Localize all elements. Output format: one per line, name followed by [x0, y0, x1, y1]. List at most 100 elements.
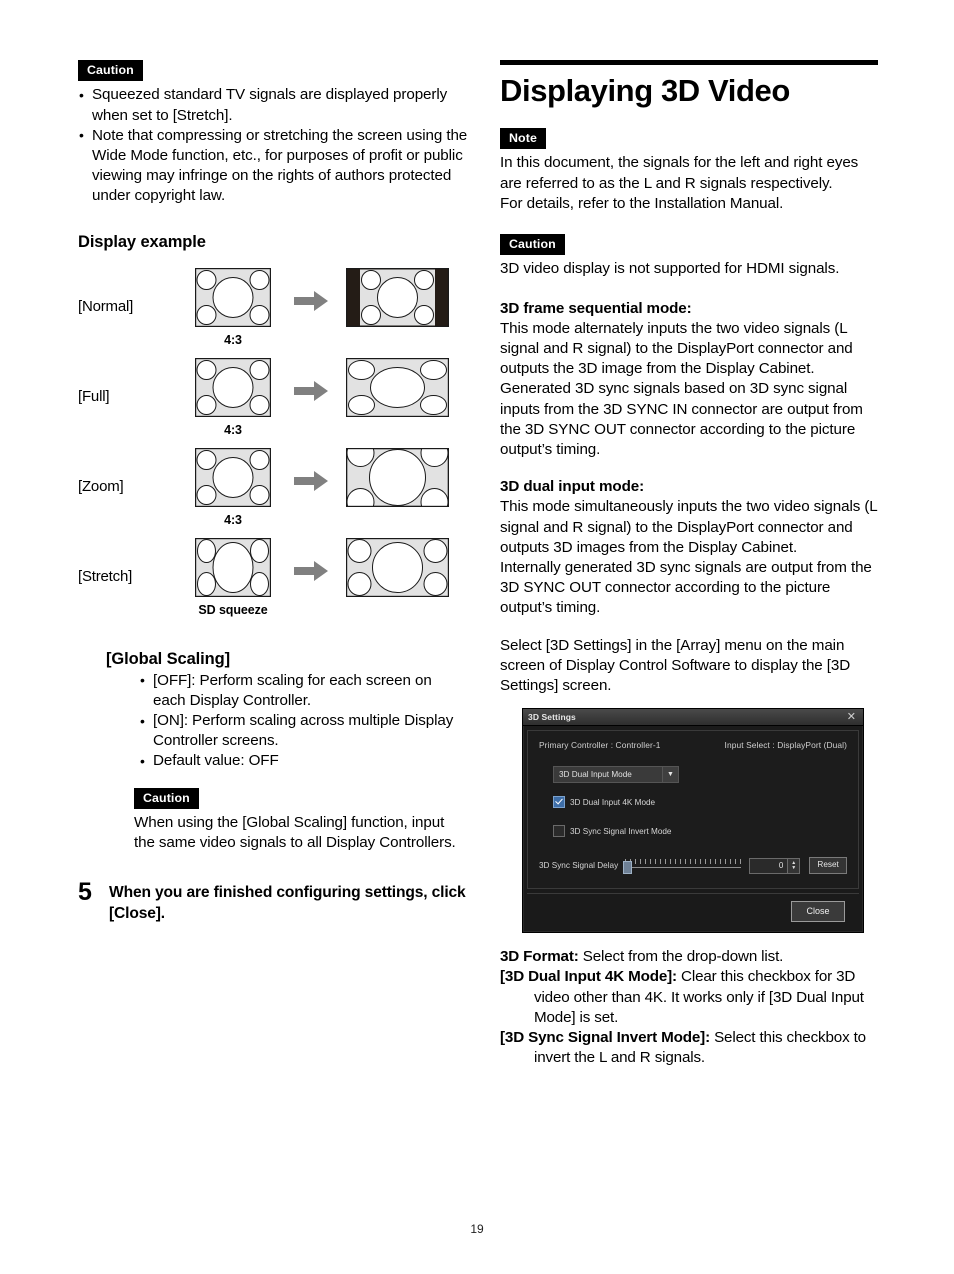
frame-sequential-heading: 3D frame sequential mode:	[500, 299, 692, 317]
sync-delay-slider[interactable]	[621, 858, 745, 874]
definition-item: 3D Format: Select from the drop-down lis…	[500, 947, 878, 967]
input-select-label: Input Select : DisplayPort (Dual)	[724, 740, 847, 751]
checkbox-row-invert[interactable]: 3D Sync Signal Invert Mode	[553, 825, 847, 838]
source-4-3-icon	[195, 357, 272, 417]
figure-source-image: 4:3	[195, 357, 272, 437]
slider-ticks	[624, 858, 741, 864]
caution-badge: Caution	[500, 234, 565, 256]
figure-result-image	[346, 267, 450, 332]
source-sd-squeeze-icon	[195, 537, 272, 597]
list-item: Note that compressing or stretching the …	[78, 125, 468, 207]
caution-bullet-list: Squeezed standard TV signals are display…	[78, 85, 468, 206]
global-scaling-bullet-list: [OFF]: Perform scaling for each screen o…	[106, 670, 468, 772]
definition-item: [3D Dual Input 4K Mode]: Clear this chec…	[500, 967, 878, 1028]
stepper-down-icon[interactable]: ▼	[791, 865, 796, 871]
format-select[interactable]: 3D Dual Input Mode ▼	[553, 766, 679, 784]
caution-badge: Caution	[78, 60, 143, 82]
frame-sequential-p1: This mode alternately inputs the two vid…	[500, 319, 853, 378]
dialog-info-row: Primary Controller : Controller-1 Input …	[539, 740, 847, 750]
result-full-icon	[346, 357, 450, 417]
source-4-3-icon	[195, 447, 272, 507]
figure-row-zoom: [Zoom] 4:3	[78, 447, 468, 538]
sync-delay-stepper[interactable]: ▲ ▼	[788, 857, 801, 874]
figure-row-full: [Full] 4:3	[78, 357, 468, 448]
global-scaling-heading: [Global Scaling]	[106, 649, 230, 668]
definition-desc: Select from the drop-down list.	[578, 948, 784, 966]
step-number: 5	[78, 878, 92, 907]
figure-result-image	[346, 447, 450, 512]
dialog-title-bar[interactable]: 3D Settings ✕	[523, 709, 863, 727]
chevron-down-icon[interactable]: ▼	[662, 767, 678, 783]
sync-invert-checkbox[interactable]	[553, 825, 565, 838]
dual-input-p2: Internally generated 3D sync signals are…	[500, 559, 872, 617]
slider-track	[624, 866, 741, 868]
dialog-title: 3D Settings	[528, 712, 576, 723]
format-select-value: 3D Dual Input Mode	[559, 770, 632, 780]
close-icon[interactable]: ✕	[847, 712, 858, 723]
figure-row-label: [Full]	[78, 387, 110, 405]
sync-delay-row: 3D Sync Signal Delay 0 ▲ ▼ Reset	[539, 857, 848, 875]
definition-term: 3D Format:	[500, 948, 579, 966]
figure-source-caption: 4:3	[224, 512, 242, 527]
right-arrow-icon	[294, 560, 328, 581]
figure-source-caption: 4:3	[224, 332, 242, 347]
close-button[interactable]: Close	[791, 901, 845, 923]
dual-input-heading: 3D dual input mode:	[500, 478, 645, 496]
slider-handle[interactable]	[622, 860, 632, 874]
caution-text: When using the [Global Scaling] function…	[134, 814, 456, 852]
checkbox-row-4k[interactable]: 3D Dual Input 4K Mode	[553, 796, 847, 809]
note-block: Note In this document, the signals for t…	[500, 128, 878, 214]
dialog-body: Primary Controller : Controller-1 Input …	[527, 730, 859, 890]
figure-row-label: [Zoom]	[78, 477, 124, 495]
figure-row-label: [Stretch]	[78, 567, 133, 585]
left-column: Caution Squeezed standard TV signals are…	[78, 60, 468, 924]
right-arrow-icon	[294, 290, 328, 311]
caution-text: 3D video display is not supported for HD…	[500, 260, 840, 278]
definition-term: [3D Sync Signal Invert Mode]:	[500, 1029, 710, 1047]
page-number: 19	[470, 1222, 484, 1236]
display-example-heading: Display example	[78, 232, 206, 251]
figure-result-image	[346, 357, 450, 422]
reset-button[interactable]: Reset	[809, 857, 848, 875]
definition-term: [3D Dual Input 4K Mode]:	[500, 968, 677, 986]
list-item: [OFF]: Perform scaling for each screen o…	[139, 670, 468, 711]
source-4-3-icon	[195, 267, 272, 327]
list-item: Squeezed standard TV signals are display…	[78, 85, 468, 125]
dual-input-4k-label: 3D Dual Input 4K Mode	[570, 797, 656, 807]
figure-result-image	[346, 537, 450, 602]
note-text-1: In this document, the signals for the le…	[500, 154, 859, 192]
frame-sequential-block: 3D frame sequential mode: This mode alte…	[500, 299, 878, 461]
result-zoom-icon	[346, 447, 450, 507]
right-column: Displaying 3D Video Note In this documen…	[500, 60, 878, 1069]
select-3d-settings-paragraph: Select [3D Settings] in the [Array] menu…	[500, 636, 851, 695]
dual-input-p1: This mode simultaneously inputs the two …	[500, 498, 878, 556]
note-badge: Note	[500, 128, 546, 150]
result-stretch-icon	[346, 537, 450, 597]
document-page: Caution Squeezed standard TV signals are…	[0, 0, 954, 1274]
sync-delay-label: 3D Sync Signal Delay	[539, 861, 619, 871]
right-arrow-icon	[294, 380, 328, 401]
definition-list: 3D Format: Select from the drop-down lis…	[500, 947, 878, 1068]
three-d-settings-dialog: 3D Settings ✕ Primary Controller : Contr…	[522, 708, 864, 934]
caution-block-right: Caution 3D video display is not supporte…	[500, 234, 878, 280]
figure-source-image: 4:3	[195, 267, 272, 347]
figure-source-image: 4:3	[195, 447, 272, 527]
sync-invert-label: 3D Sync Signal Invert Mode	[570, 826, 672, 836]
list-item: [ON]: Perform scaling across multiple Di…	[139, 711, 468, 751]
global-scaling-block: [Global Scaling] [OFF]: Perform scaling …	[78, 650, 468, 854]
dialog-footer: Close	[527, 893, 859, 928]
sync-delay-value[interactable]: 0	[748, 857, 789, 874]
step-5: 5 When you are finished configuring sett…	[78, 878, 468, 924]
caution-block-top: Caution Squeezed standard TV signals are…	[78, 60, 468, 207]
right-arrow-icon	[294, 470, 328, 491]
global-scaling-caution: Caution When using the [Global Scaling] …	[106, 787, 468, 854]
figure-row-label: [Normal]	[78, 297, 134, 315]
note-text-2: For details, refer to the Installation M…	[500, 194, 784, 212]
dual-input-block: 3D dual input mode: This mode simultaneo…	[500, 477, 878, 618]
dual-input-4k-checkbox[interactable]	[553, 796, 565, 809]
display-example-figure: [Normal] 4:3 [Full] 4:3 [Zoom] 4:3 [Stre…	[78, 267, 468, 628]
frame-sequential-p2: Generated 3D sync signals based on 3D sy…	[500, 380, 863, 459]
title-rule	[500, 60, 878, 65]
result-normal-icon	[346, 267, 450, 327]
step-text: When you are finished configuring settin…	[109, 884, 466, 922]
